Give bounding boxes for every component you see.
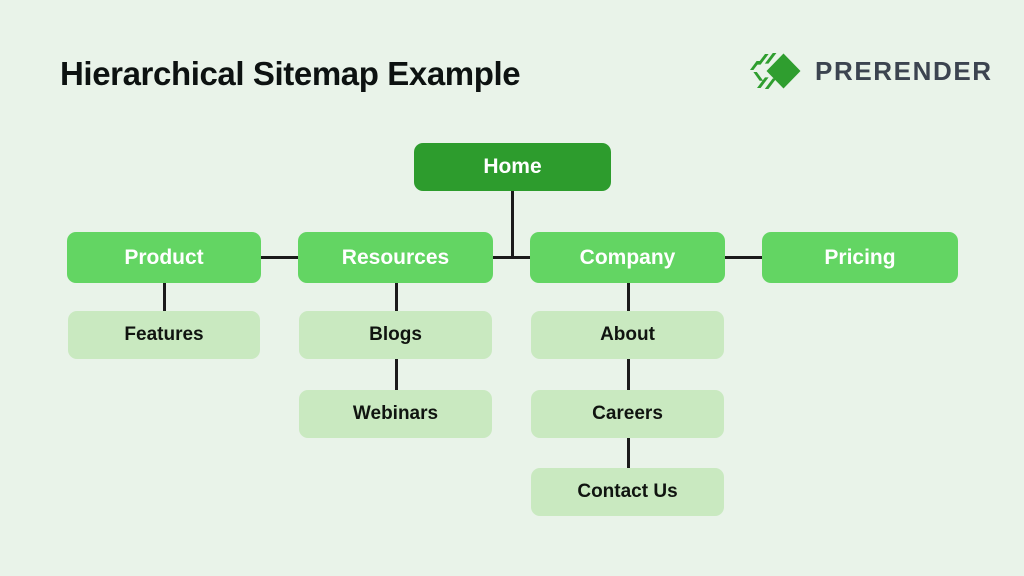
sitemap-node-careers[interactable]: Careers [531, 390, 724, 438]
connector-careers-to-contact_us [627, 438, 630, 468]
brand-logo: PRERENDER [750, 52, 993, 90]
sitemap-node-label: Features [124, 324, 204, 345]
sitemap-node-label: Product [124, 245, 204, 269]
sitemap-node-blogs[interactable]: Blogs [299, 311, 492, 359]
brand-wordmark: PRERENDER [815, 55, 993, 86]
sitemap-node-label: Resources [341, 245, 450, 269]
connector-resources-to-company [493, 256, 530, 259]
prerender-diamond-logo-icon [750, 53, 801, 89]
sitemap-node-label: Pricing [824, 245, 896, 269]
sitemap-node-label: Company [579, 245, 676, 269]
sitemap-node-contact_us[interactable]: Contact Us [531, 468, 724, 516]
sitemap-node-webinars[interactable]: Webinars [299, 390, 492, 438]
sitemap-node-about[interactable]: About [531, 311, 724, 359]
connector-product-to-features [163, 283, 166, 311]
connector-company-to-pricing [725, 256, 762, 259]
sitemap-node-label: Contact Us [577, 481, 678, 502]
sitemap-node-product[interactable]: Product [67, 232, 261, 283]
sitemap-node-pricing[interactable]: Pricing [762, 232, 958, 283]
sitemap-node-label: Careers [592, 403, 663, 424]
page-title: Hierarchical Sitemap Example [60, 55, 521, 92]
connector-resources-to-blogs [395, 283, 398, 311]
sitemap-node-label: About [600, 324, 655, 345]
connector-home-to-trunk [511, 191, 514, 257]
connector-product-to-resources [261, 256, 298, 259]
sitemap-node-home[interactable]: Home [414, 143, 611, 191]
sitemap-node-label: Blogs [369, 324, 422, 345]
sitemap-diagram-canvas: Hierarchical Sitemap Example PRERENDER H… [0, 0, 1024, 576]
sitemap-node-features[interactable]: Features [68, 311, 260, 359]
connector-blogs-to-webinars [395, 359, 398, 390]
connector-about-to-careers [627, 359, 630, 390]
sitemap-node-label: Webinars [352, 403, 439, 424]
sitemap-node-resources[interactable]: Resources [298, 232, 493, 283]
connector-company-to-about [627, 283, 630, 311]
sitemap-node-company[interactable]: Company [530, 232, 725, 283]
sitemap-node-label: Home [483, 155, 542, 178]
